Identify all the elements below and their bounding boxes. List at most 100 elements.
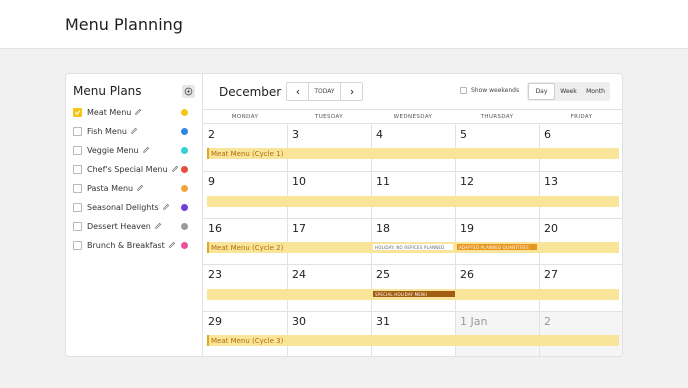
view-switcher: Day Week Month xyxy=(527,82,610,101)
day-cell-number[interactable]: 1 Jan xyxy=(460,315,487,328)
plan-label: Dessert Heaven xyxy=(87,221,151,231)
plan-checkbox[interactable] xyxy=(73,183,82,193)
grid-divider xyxy=(203,264,622,265)
day-cell-number[interactable]: 2 xyxy=(208,128,215,141)
chevron-right-icon xyxy=(350,89,354,94)
plan-label: Chef's Special Menu xyxy=(87,164,168,174)
plan-checkbox[interactable] xyxy=(73,202,82,212)
plan-checkbox[interactable] xyxy=(73,164,82,174)
day-cell-number[interactable]: 19 xyxy=(460,222,474,235)
plan-label: Fish Menu xyxy=(87,126,127,136)
plan-checkbox[interactable] xyxy=(73,126,82,136)
event-label: Meat Menu (Cycle 3) xyxy=(211,336,284,345)
plan-color-dot xyxy=(181,128,188,135)
event-bar-meat-menu-cycle-3[interactable]: Meat Menu (Cycle 3) xyxy=(207,335,619,346)
plan-color-dot xyxy=(181,166,188,173)
month-grid: 2 3 4 5 6 Meat Menu (Cycle 1) 9 10 11 12… xyxy=(203,124,622,356)
top-header: Menu Planning xyxy=(0,0,688,49)
day-cell-number[interactable]: 30 xyxy=(292,315,306,328)
pencil-icon[interactable] xyxy=(154,222,162,230)
day-cell-number[interactable]: 5 xyxy=(460,128,467,141)
event-label: Meat Menu (Cycle 2) xyxy=(211,243,284,252)
day-cell-number[interactable]: 18 xyxy=(376,222,390,235)
sidebar-title: Menu Plans xyxy=(73,84,142,98)
plan-color-dot xyxy=(181,109,188,116)
pencil-icon[interactable] xyxy=(130,127,138,135)
pencil-icon[interactable] xyxy=(134,108,142,116)
chevron-left-icon xyxy=(295,89,299,94)
plan-color-dot xyxy=(181,223,188,230)
plan-label: Seasonal Delights xyxy=(87,202,159,212)
next-button[interactable] xyxy=(341,83,362,100)
event-label: Meat Menu (Cycle 1) xyxy=(211,149,284,158)
plan-color-dot xyxy=(181,204,188,211)
day-cell-number[interactable]: 26 xyxy=(460,268,474,281)
page-title: Menu Planning xyxy=(65,15,183,34)
weekday-header: WEDNESDAY xyxy=(393,114,433,120)
view-day-button[interactable]: Day xyxy=(528,83,555,100)
pencil-icon[interactable] xyxy=(171,165,179,173)
previous-button[interactable] xyxy=(287,83,308,100)
day-cell-number[interactable]: 29 xyxy=(208,315,222,328)
plan-color-dot xyxy=(181,242,188,249)
weekday-header: TUESDAY xyxy=(315,114,343,120)
plan-label: Pasta Menu xyxy=(87,183,134,193)
plan-checkbox[interactable] xyxy=(73,145,82,155)
day-cell-number[interactable]: 20 xyxy=(544,222,558,235)
grid-divider xyxy=(203,218,622,219)
event-tag-special-holiday-menu[interactable]: SPECIAL HOLIDAY MENU xyxy=(373,291,455,297)
view-month-button[interactable]: Month xyxy=(582,83,609,100)
grid-divider xyxy=(203,171,622,172)
plan-color-dot xyxy=(181,185,188,192)
show-weekends-toggle[interactable]: Show weekends xyxy=(456,87,519,94)
day-cell-number[interactable]: 31 xyxy=(376,315,390,328)
day-cell-number[interactable]: 12 xyxy=(460,175,474,188)
day-cell-number[interactable]: 16 xyxy=(208,222,222,235)
grid-divider xyxy=(203,311,622,312)
pencil-icon[interactable] xyxy=(142,146,150,154)
pencil-icon[interactable] xyxy=(136,184,144,192)
view-week-button[interactable]: Week xyxy=(555,83,582,100)
event-bar-meat-menu-continuation[interactable] xyxy=(207,196,619,207)
pencil-icon[interactable] xyxy=(168,241,176,249)
day-cell-number[interactable]: 3 xyxy=(292,128,299,141)
plan-checkbox[interactable] xyxy=(73,240,82,250)
plan-label: Veggie Menu xyxy=(87,145,139,155)
today-button[interactable]: TODAY xyxy=(308,83,341,100)
day-cell-number[interactable]: 13 xyxy=(544,175,558,188)
day-cell-number[interactable]: 4 xyxy=(376,128,383,141)
day-cell-number[interactable]: 24 xyxy=(292,268,306,281)
month-label: December xyxy=(219,85,282,99)
add-menu-plan-button[interactable] xyxy=(182,85,195,98)
event-tag-adapted-quantities[interactable]: ADAPTED PLANNED QUANTITIES xyxy=(457,244,537,250)
event-tag-holiday-no-recipes[interactable]: HOLIDAY: NO REPICES PLANNED xyxy=(373,244,453,250)
calendar-toolbar: December TODAY Show weekends Day Week Mo… xyxy=(203,74,622,109)
show-weekends-checkbox[interactable] xyxy=(460,87,467,94)
weekday-header: THURSDAY xyxy=(480,114,514,120)
day-cell-number[interactable]: 25 xyxy=(376,268,390,281)
day-cell-number[interactable]: 23 xyxy=(208,268,222,281)
menu-planning-card: Menu Plans Meat Menu Fish Menu Veggie Me… xyxy=(65,73,623,357)
plan-label: Brunch & Breakfast xyxy=(87,240,165,250)
plan-label: Meat Menu xyxy=(87,107,132,117)
day-cell-number[interactable]: 27 xyxy=(544,268,558,281)
day-cell-number[interactable]: 2 xyxy=(544,315,551,328)
day-cell-number[interactable]: 11 xyxy=(376,175,390,188)
menu-plans-sidebar: Menu Plans Meat Menu Fish Menu Veggie Me… xyxy=(66,74,203,356)
plan-checkbox[interactable] xyxy=(73,221,82,231)
weekday-header-row: MONDAY TUESDAY WEDNESDAY THURSDAY FRIDAY xyxy=(203,109,622,124)
day-cell-number[interactable]: 9 xyxy=(208,175,215,188)
weekday-header: FRIDAY xyxy=(570,114,593,120)
weekday-header: MONDAY xyxy=(231,114,259,120)
event-bar-meat-menu-cycle-1[interactable]: Meat Menu (Cycle 1) xyxy=(207,148,619,159)
checkmark-icon xyxy=(74,110,81,115)
day-cell-number[interactable]: 10 xyxy=(292,175,306,188)
plan-color-dot xyxy=(181,147,188,154)
plan-checkbox[interactable] xyxy=(73,107,82,117)
show-weekends-label: Show weekends xyxy=(471,87,520,94)
day-cell-number[interactable]: 17 xyxy=(292,222,306,235)
pencil-icon[interactable] xyxy=(162,203,170,211)
plus-circle-icon xyxy=(184,87,193,96)
date-navigation: TODAY xyxy=(286,82,363,101)
day-cell-number[interactable]: 6 xyxy=(544,128,551,141)
